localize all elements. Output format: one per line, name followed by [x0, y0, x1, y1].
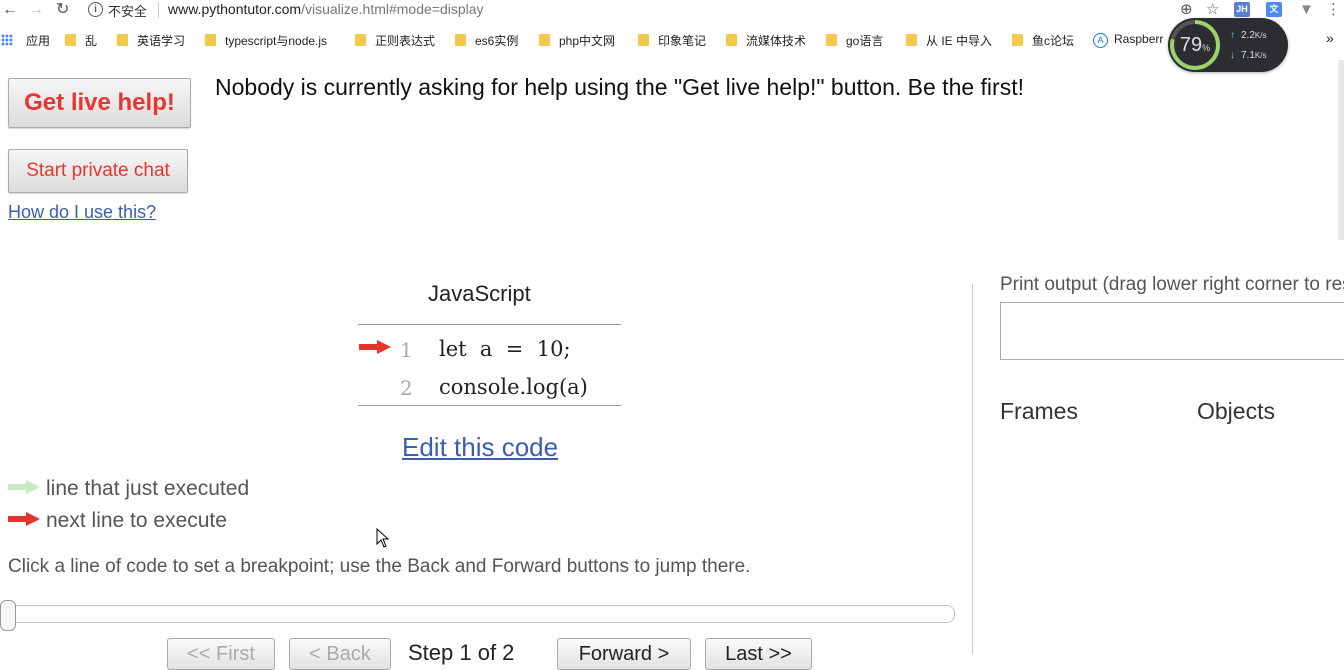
bookmark-item[interactable]: 乱 [65, 32, 97, 49]
extension-jh-icon[interactable]: JH [1234, 2, 1250, 17]
translate-icon[interactable]: 文 [1266, 2, 1282, 17]
step-counter: Step 1 of 2 [408, 640, 515, 665]
folder-icon [539, 34, 550, 46]
vue-devtools-icon[interactable]: ▼ [1299, 0, 1314, 20]
folder-icon [1012, 34, 1023, 46]
url-host: www.pythontutor.com [168, 1, 302, 17]
bookmark-item[interactable]: 从 IE 中导入 [906, 32, 992, 49]
zoom-icon[interactable]: ⊕ [1180, 0, 1193, 20]
reload-icon[interactable]: ↻ [56, 0, 69, 20]
bookmark-item[interactable]: es6实例 [455, 32, 518, 49]
divider [158, 2, 159, 18]
ie-icon: A [1093, 33, 1108, 48]
menu-icon[interactable]: ⋮ [1326, 0, 1341, 20]
panel-divider [972, 284, 973, 654]
edit-code-link[interactable]: Edit this code [402, 432, 558, 463]
legend-executed: line that just executed [8, 477, 249, 501]
url-field[interactable]: www.pythontutor.com/visualize.html#mode=… [168, 1, 484, 17]
download-icon: ↓ [1230, 50, 1235, 61]
upload-speed: ↑ 2.2K/s [1230, 30, 1267, 41]
print-output-label: Print output (drag lower right corner to… [1000, 274, 1344, 295]
bookmark-item[interactable]: 印象笔记 [638, 32, 706, 49]
mouse-cursor-icon [376, 528, 390, 548]
bookmark-item[interactable]: 正则表达式 [355, 32, 435, 49]
usage-percent: 79% [1174, 24, 1216, 66]
security-status[interactable]: 不安全 [108, 1, 147, 20]
folder-icon [117, 34, 128, 46]
code-line-2[interactable]: 2 console.log(a) [358, 372, 621, 406]
next-arrow-icon [8, 512, 40, 526]
browser-address-bar: ← → ↻ i 不安全 www.pythontutor.com/visualiz… [0, 0, 1344, 22]
bookmark-item[interactable]: 鱼c论坛 [1012, 32, 1074, 49]
back-button[interactable]: < Back [289, 638, 391, 670]
code-text: console.log(a) [439, 375, 588, 399]
code-line-1[interactable]: 1 let a = 10; [358, 334, 621, 368]
breakpoint-hint: Click a line of code to set a breakpoint… [8, 556, 751, 577]
bookmarks-bar: 应用 乱 英语学习 typescript与node.js 正则表达式 es6实例… [0, 28, 1344, 52]
get-live-help-button[interactable]: Get live help! [8, 78, 191, 128]
bookmark-item[interactable]: typescript与node.js [205, 32, 327, 49]
back-icon[interactable]: ← [2, 0, 18, 20]
last-button[interactable]: Last >> [705, 638, 812, 670]
folder-icon [455, 34, 466, 46]
download-speed: ↓ 7.1K/s [1230, 50, 1267, 61]
network-speed-widget[interactable]: 79% ↑ 2.2K/s ↓ 7.1K/s [1168, 18, 1288, 72]
next-line-arrow-icon [359, 340, 391, 354]
first-button[interactable]: << First [167, 638, 275, 670]
how-to-use-link[interactable]: How do I use this? [8, 202, 156, 223]
usage-ring: 79% [1170, 20, 1220, 70]
objects-heading: Objects [1197, 398, 1275, 424]
folder-icon [205, 34, 216, 46]
folder-icon [355, 34, 366, 46]
line-number: 1 [400, 338, 413, 362]
bookmark-item[interactable]: 英语学习 [117, 32, 185, 49]
folder-icon [826, 34, 837, 46]
bookmark-apps[interactable]: 应用 [26, 32, 50, 49]
bookmark-item[interactable]: A Raspberr [1093, 32, 1163, 48]
code-top-border [358, 324, 621, 325]
forward-button[interactable]: Forward > [557, 638, 691, 670]
folder-icon [726, 34, 737, 46]
bookmark-item[interactable]: 流媒体技术 [726, 32, 806, 49]
url-path: /visualize.html#mode=display [301, 1, 484, 17]
folder-icon [906, 34, 917, 46]
code-bottom-border [358, 405, 621, 406]
bookmark-item[interactable]: go语言 [826, 32, 883, 49]
folder-icon [638, 34, 649, 46]
upload-icon: ↑ [1230, 30, 1235, 41]
step-slider-track[interactable] [2, 605, 955, 623]
executed-arrow-icon [8, 480, 40, 494]
legend-next: next line to execute [8, 509, 227, 533]
forward-icon[interactable]: → [28, 0, 44, 20]
language-label: JavaScript [428, 281, 531, 306]
info-icon[interactable]: i [88, 2, 103, 17]
print-output-box[interactable] [1000, 302, 1344, 360]
folder-icon [65, 34, 76, 46]
live-help-message: Nobody is currently asking for help usin… [215, 74, 1024, 100]
star-icon[interactable]: ☆ [1206, 0, 1219, 20]
line-number: 2 [400, 376, 413, 400]
apps-grid-icon[interactable] [1, 34, 13, 46]
bookmark-item[interactable]: php中文网 [539, 32, 615, 49]
page-scrollbar[interactable] [1338, 60, 1344, 240]
start-private-chat-button[interactable]: Start private chat [8, 149, 188, 193]
more-bookmarks-icon[interactable]: » [1326, 30, 1334, 46]
frames-heading: Frames [1000, 398, 1078, 424]
step-slider-handle[interactable] [0, 600, 16, 631]
code-text: let a = 10; [439, 337, 571, 361]
